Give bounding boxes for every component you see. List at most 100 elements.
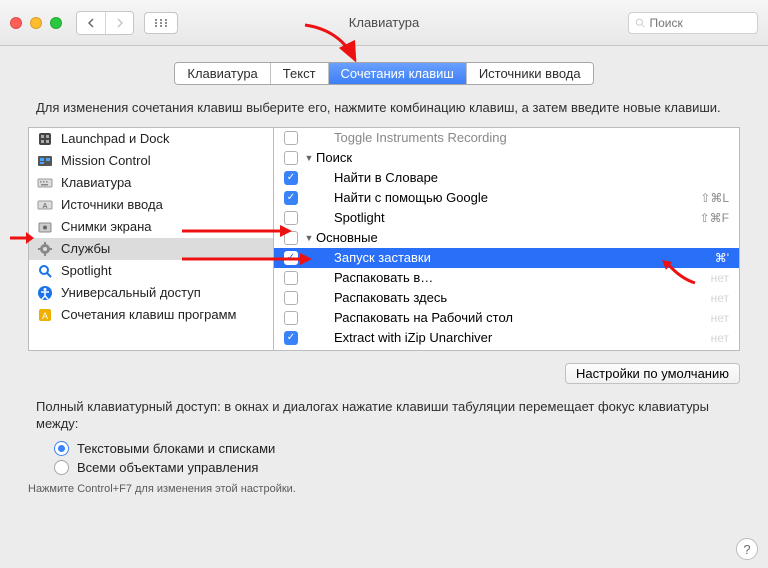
service-group-header[interactable]: ▼Поиск	[274, 148, 739, 168]
forward-button[interactable]	[105, 12, 133, 34]
service-checkbox[interactable]	[284, 151, 298, 165]
service-checkbox[interactable]	[284, 231, 298, 245]
category-input[interactable]: A Источники ввода	[29, 194, 273, 216]
service-checkbox[interactable]	[284, 131, 298, 145]
service-checkbox[interactable]	[284, 291, 298, 305]
service-row[interactable]: Найти в Словаре	[274, 168, 739, 188]
service-group-header[interactable]: ▼Основные	[274, 228, 739, 248]
svg-text:A: A	[43, 203, 48, 210]
shortcut-label: нет	[711, 331, 729, 345]
nav-buttons	[76, 11, 134, 35]
service-checkbox[interactable]	[284, 211, 298, 225]
category-accessibility[interactable]: Универсальный доступ	[29, 282, 273, 304]
shortcut-label: ⌘'	[715, 251, 729, 265]
category-label: Сочетания клавиш программ	[61, 307, 236, 322]
radio-off-icon	[54, 460, 69, 475]
service-label: Запуск заставки	[316, 250, 715, 265]
category-spotlight[interactable]: Spotlight	[29, 260, 273, 282]
tab-shortcuts[interactable]: Сочетания клавиш	[329, 63, 467, 84]
service-label: Extract with iZip Unarchiver	[316, 330, 711, 345]
window-controls	[10, 17, 62, 29]
service-row[interactable]: Найти с помощью Google⇧⌘L	[274, 188, 739, 208]
category-services[interactable]: Службы	[29, 238, 273, 260]
fka-text: Полный клавиатурный доступ: в окнах и ди…	[0, 384, 768, 437]
services-icon	[37, 241, 53, 257]
titlebar: Клавиатура	[0, 0, 768, 46]
shortcut-label: нет	[711, 271, 729, 285]
service-label: Toggle Instruments Recording	[316, 130, 729, 145]
shortcut-label: ⇧⌘F	[700, 211, 729, 225]
category-label: Службы	[61, 241, 110, 256]
spotlight-icon	[37, 263, 53, 279]
category-label: Источники ввода	[61, 197, 163, 212]
service-row[interactable]: Запуск заставки⌘'	[274, 248, 739, 268]
back-button[interactable]	[77, 12, 105, 34]
service-label: Spotlight	[316, 210, 700, 225]
category-label: Клавиатура	[61, 175, 131, 190]
close-window-button[interactable]	[10, 17, 22, 29]
defaults-row: Настройки по умолчанию	[0, 351, 768, 384]
tabs: Клавиатура Текст Сочетания клавиш Источн…	[0, 62, 768, 85]
service-label: Распаковать в…	[316, 270, 711, 285]
input-icon: A	[37, 197, 53, 213]
service-label: Распаковать на Рабочий стол	[316, 310, 711, 325]
mission-icon	[37, 153, 53, 169]
instruction-text: Для изменения сочетания клавиш выберите …	[0, 85, 768, 127]
shortcut-label: нет	[711, 311, 729, 325]
panes: Launchpad и Dock Mission Control Клавиатур…	[0, 127, 768, 351]
category-label: Mission Control	[61, 153, 151, 168]
accessibility-icon	[37, 285, 53, 301]
service-checkbox[interactable]	[284, 331, 298, 345]
restore-defaults-button[interactable]: Настройки по умолчанию	[565, 363, 740, 384]
service-checkbox[interactable]	[284, 191, 298, 205]
help-button[interactable]: ?	[736, 538, 758, 560]
search-input[interactable]	[650, 16, 752, 30]
screenshot-icon	[37, 219, 53, 235]
tab-keyboard[interactable]: Клавиатура	[175, 63, 270, 84]
tab-input-sources[interactable]: Источники ввода	[467, 63, 593, 84]
fka-radios: Текстовыми блоками и списками Всеми объе…	[0, 437, 768, 479]
category-mission[interactable]: Mission Control	[29, 150, 273, 172]
show-all-button[interactable]	[144, 12, 178, 34]
service-row[interactable]: Распаковать здесьнет	[274, 288, 739, 308]
service-row[interactable]: Распаковать в…нет	[274, 268, 739, 288]
shortcut-label: ⇧⌘L	[700, 191, 729, 205]
fka-radio-all-controls[interactable]: Всеми объектами управления	[54, 458, 714, 477]
radio-on-icon	[54, 441, 69, 456]
service-row[interactable]: Extract with iZip Unarchiverнет	[274, 328, 739, 348]
service-row[interactable]: Распаковать на Рабочий столнет	[274, 308, 739, 328]
search-field[interactable]	[628, 12, 758, 34]
services-list[interactable]: Toggle Instruments Recording▼ПоискНайти …	[274, 127, 740, 351]
service-label: Найти с помощью Google	[316, 190, 700, 205]
fka-hint: Нажмите Control+F7 для изменения этой на…	[0, 479, 768, 499]
service-checkbox[interactable]	[284, 271, 298, 285]
disclosure-triangle-icon[interactable]: ▼	[304, 233, 314, 243]
category-list[interactable]: Launchpad и Dock Mission Control Клавиатур…	[28, 127, 274, 351]
content: Клавиатура Текст Сочетания клавиш Источн…	[0, 46, 768, 568]
category-label: Spotlight	[61, 263, 112, 278]
radio-label: Всеми объектами управления	[77, 460, 258, 475]
category-launchpad[interactable]: Launchpad и Dock	[29, 128, 273, 150]
service-label: Найти в Словаре	[316, 170, 729, 185]
service-label: Поиск	[316, 150, 729, 165]
tabstrip: Клавиатура Текст Сочетания клавиш Источн…	[174, 62, 593, 85]
service-row[interactable]: Spotlight⇧⌘F	[274, 208, 739, 228]
category-screenshot[interactable]: Снимки экрана	[29, 216, 273, 238]
svg-text:A: A	[42, 311, 48, 321]
fka-radio-text-lists[interactable]: Текстовыми блоками и списками	[54, 439, 714, 458]
minimize-window-button[interactable]	[30, 17, 42, 29]
zoom-window-button[interactable]	[50, 17, 62, 29]
tab-text[interactable]: Текст	[271, 63, 329, 84]
category-apps[interactable]: A Сочетания клавиш программ	[29, 304, 273, 326]
service-checkbox[interactable]	[284, 171, 298, 185]
launchpad-icon	[37, 131, 53, 147]
service-checkbox[interactable]	[284, 311, 298, 325]
apps-icon: A	[37, 307, 53, 323]
disclosure-triangle-icon[interactable]: ▼	[304, 153, 314, 163]
service-row[interactable]: Toggle Instruments Recording	[274, 128, 739, 148]
service-label: Распаковать здесь	[316, 290, 711, 305]
service-label: Основные	[316, 230, 729, 245]
service-checkbox[interactable]	[284, 251, 298, 265]
category-keyboard[interactable]: Клавиатура	[29, 172, 273, 194]
shortcut-label: нет	[711, 291, 729, 305]
